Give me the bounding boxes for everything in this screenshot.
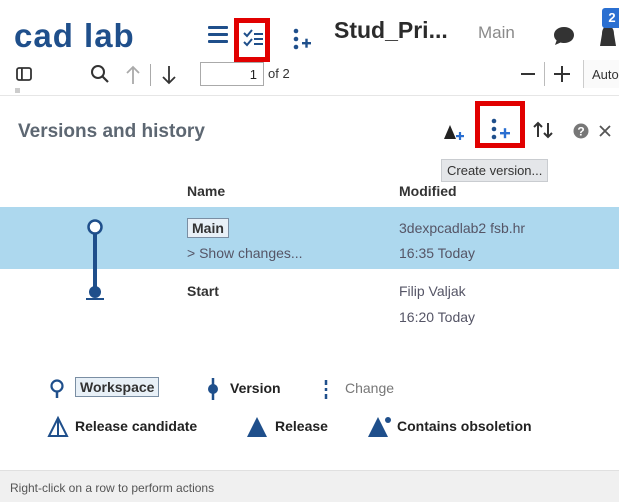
version-graph-icon[interactable] <box>290 27 318 53</box>
svg-text:?: ? <box>577 125 584 139</box>
tooltip-create-version: Create version... <box>441 159 549 182</box>
row-modified-time: 16:35 Today <box>399 245 476 261</box>
table-row[interactable] <box>0 269 619 329</box>
legend-change: Change <box>345 380 395 396</box>
legend-release-candidate: Release candidate <box>75 418 198 434</box>
page-number-input[interactable]: 1 <box>200 62 264 86</box>
legend-version: Version <box>230 380 281 396</box>
tab-manager-icon[interactable] <box>242 28 264 50</box>
logo-text: cad lab <box>14 22 135 52</box>
release-candidate-icon <box>47 415 69 437</box>
arrow-down-icon[interactable] <box>160 64 178 86</box>
version-icon <box>208 378 218 400</box>
branch-label[interactable]: Main <box>478 23 515 43</box>
comment-icon[interactable] <box>552 25 576 47</box>
legend-release: Release <box>275 418 328 434</box>
page-total-label: of 2 <box>268 66 290 81</box>
toolbar-divider <box>150 64 151 86</box>
create-version-icon[interactable] <box>488 115 516 143</box>
release-triangle-icon <box>247 417 267 437</box>
release-icon[interactable] <box>443 121 465 143</box>
workspace-node-icon <box>87 219 103 235</box>
change-icon <box>324 380 328 399</box>
panel-title: Versions and history <box>18 121 205 142</box>
sidebar-toggle-icon[interactable] <box>16 66 32 82</box>
row-modified-by: 3dexpcadlab2 fsb.hr <box>399 220 526 236</box>
column-header-name[interactable]: Name <box>187 183 225 199</box>
search-icon[interactable] <box>90 64 110 84</box>
row-name-chip[interactable]: Main <box>187 218 229 238</box>
row-modified-by: Filip Valjak <box>399 283 466 299</box>
obsoletion-icon <box>368 417 391 437</box>
divider <box>0 95 619 96</box>
document-title[interactable]: Stud_Pri... <box>334 17 448 44</box>
column-header-modified[interactable]: Modified <box>399 183 457 199</box>
menu-icon[interactable] <box>208 26 228 44</box>
zoom-out-icon[interactable] <box>519 64 537 84</box>
legend-workspace: Workspace <box>75 377 160 397</box>
zoom-in-icon[interactable] <box>552 64 572 84</box>
close-icon[interactable] <box>598 124 612 138</box>
row-modified-time: 16:20 Today <box>399 309 476 325</box>
notification-badge: 2 <box>602 8 619 28</box>
zoom-select[interactable]: Auto <box>583 60 619 88</box>
cadlab-logo: cad lab <box>14 22 135 52</box>
toolbar-divider <box>544 62 545 86</box>
workspace-icon <box>50 379 64 398</box>
arrow-up-icon[interactable] <box>124 64 142 86</box>
help-icon[interactable]: ? <box>573 123 589 139</box>
status-bar: Right-click on a row to perform actions <box>0 471 619 502</box>
compare-icon[interactable] <box>532 119 554 141</box>
legend-contains-obsoletion: Contains obsoletion <box>397 418 532 434</box>
row-name: Start <box>187 283 219 299</box>
show-changes-link[interactable]: > Show changes... <box>187 245 303 261</box>
scrollbar-nub <box>15 88 20 93</box>
notifications[interactable]: 2 <box>596 8 619 50</box>
